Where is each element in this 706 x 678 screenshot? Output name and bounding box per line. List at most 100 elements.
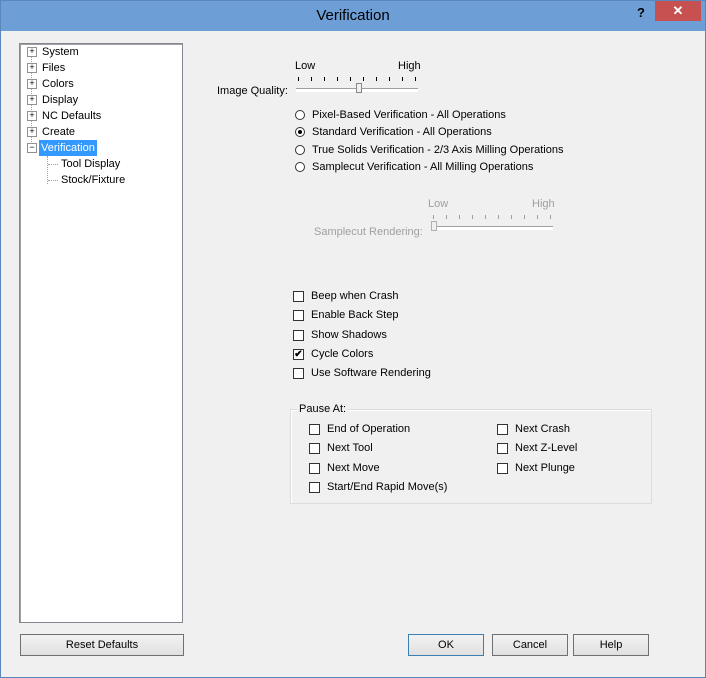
checkbox-label: Use Software Rendering xyxy=(311,367,431,379)
slider-tick xyxy=(472,215,473,219)
tree-item-label: Stock/Fixture xyxy=(61,174,126,186)
radio-button[interactable] xyxy=(295,162,305,172)
checkbox[interactable] xyxy=(293,330,304,341)
checkbox-label: Cycle Colors xyxy=(311,348,374,360)
pause-next-tool[interactable]: Next Tool xyxy=(309,441,489,457)
slider-thumb[interactable] xyxy=(431,221,437,231)
samplecut-rendering-slider[interactable] xyxy=(431,213,555,235)
checkbox[interactable] xyxy=(309,463,320,474)
pause-at-title: Pause At: xyxy=(297,403,349,415)
samplecut-low-label: Low xyxy=(428,198,449,210)
image-quality-high-label: High xyxy=(398,60,421,72)
radio-label: True Solids Verification - 2/3 Axis Mill… xyxy=(312,144,564,156)
slider-thumb[interactable] xyxy=(356,83,362,93)
pause-next-crash[interactable]: Next Crash xyxy=(497,422,637,438)
verification-mode-option[interactable]: Standard Verification - All Operations xyxy=(295,125,595,141)
checkbox-label: End of Operation xyxy=(327,423,411,435)
radio-button[interactable] xyxy=(295,110,305,120)
radio-button[interactable] xyxy=(295,145,305,155)
slider-tick xyxy=(389,77,390,81)
checkbox[interactable] xyxy=(309,482,320,493)
slider-tick xyxy=(324,77,325,81)
expand-icon[interactable]: + xyxy=(27,127,37,137)
tree-item-label: Display xyxy=(42,94,79,106)
window-title: Verification xyxy=(316,7,390,24)
checkbox[interactable]: ✔ xyxy=(293,349,304,360)
slider-tick xyxy=(376,77,377,81)
settings-tree[interactable]: + System + Files + Colors + Display + NC… xyxy=(19,43,183,623)
radio-button[interactable] xyxy=(295,127,305,137)
checkbox-label: Next Z-Level xyxy=(515,442,578,454)
pause-next-z-level[interactable]: Next Z-Level xyxy=(497,441,637,457)
pause-end-of-operation[interactable]: End of Operation xyxy=(309,422,489,438)
expand-icon[interactable]: + xyxy=(27,95,37,105)
tree-item-label: Verification xyxy=(39,140,97,156)
checkbox-label: Enable Back Step xyxy=(311,309,399,321)
slider-track xyxy=(431,226,553,230)
radio-dot xyxy=(298,130,302,134)
option-cycle-colors[interactable]: ✔ Cycle Colors xyxy=(293,347,493,363)
radio-label: Pixel-Based Verification - All Operation… xyxy=(312,109,506,121)
expand-icon[interactable]: + xyxy=(27,79,37,89)
help-icon[interactable]: ? xyxy=(631,3,651,23)
image-quality-low-label: Low xyxy=(295,60,316,72)
collapse-icon[interactable]: − xyxy=(27,143,37,153)
checkbox[interactable] xyxy=(497,443,508,454)
tree-item-label: Tool Display xyxy=(61,158,121,170)
tree-item-label: Colors xyxy=(42,78,74,90)
tree-item-label: Create xyxy=(42,126,76,138)
reset-defaults-button[interactable]: Reset Defaults xyxy=(20,634,184,656)
checkbox-label: Beep when Crash xyxy=(311,290,399,302)
option-beep-when-crash[interactable]: Beep when Crash xyxy=(293,289,493,305)
checkbox-label: Next Crash xyxy=(515,423,571,435)
pause-next-move[interactable]: Next Move xyxy=(309,461,489,477)
tree-item-label: NC Defaults xyxy=(42,110,102,122)
expand-icon[interactable]: + xyxy=(27,63,37,73)
checkbox[interactable] xyxy=(497,463,508,474)
expand-icon[interactable]: + xyxy=(27,47,37,57)
checkbox[interactable] xyxy=(293,291,304,302)
slider-tick xyxy=(363,77,364,81)
checkbox-label: Start/End Rapid Move(s) xyxy=(327,481,448,493)
slider-tick xyxy=(511,215,512,219)
checkbox-label: Next Plunge xyxy=(515,462,575,474)
expand-icon[interactable]: + xyxy=(27,111,37,121)
slider-tick xyxy=(524,215,525,219)
help-button[interactable]: Help xyxy=(573,634,649,656)
slider-tick xyxy=(415,77,416,81)
title-bar[interactable]: Verification ? ✕ xyxy=(1,1,705,31)
tree-item-label: System xyxy=(42,46,79,58)
samplecut-high-label: High xyxy=(532,198,555,210)
ok-button[interactable]: OK xyxy=(408,634,484,656)
slider-tick xyxy=(298,77,299,81)
option-enable-back-step[interactable]: Enable Back Step xyxy=(293,308,493,324)
radio-label: Samplecut Verification - All Milling Ope… xyxy=(312,161,534,173)
checkbox[interactable] xyxy=(497,424,508,435)
pause-next-plunge[interactable]: Next Plunge xyxy=(497,461,637,477)
checkbox[interactable] xyxy=(309,424,320,435)
slider-tick xyxy=(498,215,499,219)
checkbox-label: Next Move xyxy=(327,462,380,474)
close-icon[interactable]: ✕ xyxy=(655,1,701,21)
pause-start-end-rapid-moves[interactable]: Start/End Rapid Move(s) xyxy=(309,480,489,496)
slider-tick xyxy=(550,215,551,219)
checkbox[interactable] xyxy=(293,368,304,379)
cancel-button[interactable]: Cancel xyxy=(492,634,568,656)
checkbox-label: Next Tool xyxy=(327,442,373,454)
verification-mode-option[interactable]: Samplecut Verification - All Milling Ope… xyxy=(295,160,595,176)
verification-mode-option[interactable]: Pixel-Based Verification - All Operation… xyxy=(295,108,595,124)
slider-tick xyxy=(402,77,403,81)
dialog-client: + System + Files + Colors + Display + NC… xyxy=(8,31,698,671)
samplecut-rendering-label: Samplecut Rendering: xyxy=(314,226,423,238)
option-show-shadows[interactable]: Show Shadows xyxy=(293,328,493,344)
slider-tick xyxy=(350,77,351,81)
verification-mode-option[interactable]: True Solids Verification - 2/3 Axis Mill… xyxy=(295,143,595,159)
checkbox[interactable] xyxy=(293,310,304,321)
checkbox[interactable] xyxy=(309,443,320,454)
radio-label: Standard Verification - All Operations xyxy=(312,126,492,138)
image-quality-slider[interactable] xyxy=(296,75,420,97)
verification-dialog: Verification ? ✕ + System + Files + Colo… xyxy=(0,0,706,678)
option-use-software-rendering[interactable]: Use Software Rendering xyxy=(293,366,493,382)
slider-tick xyxy=(537,215,538,219)
slider-tick xyxy=(446,215,447,219)
